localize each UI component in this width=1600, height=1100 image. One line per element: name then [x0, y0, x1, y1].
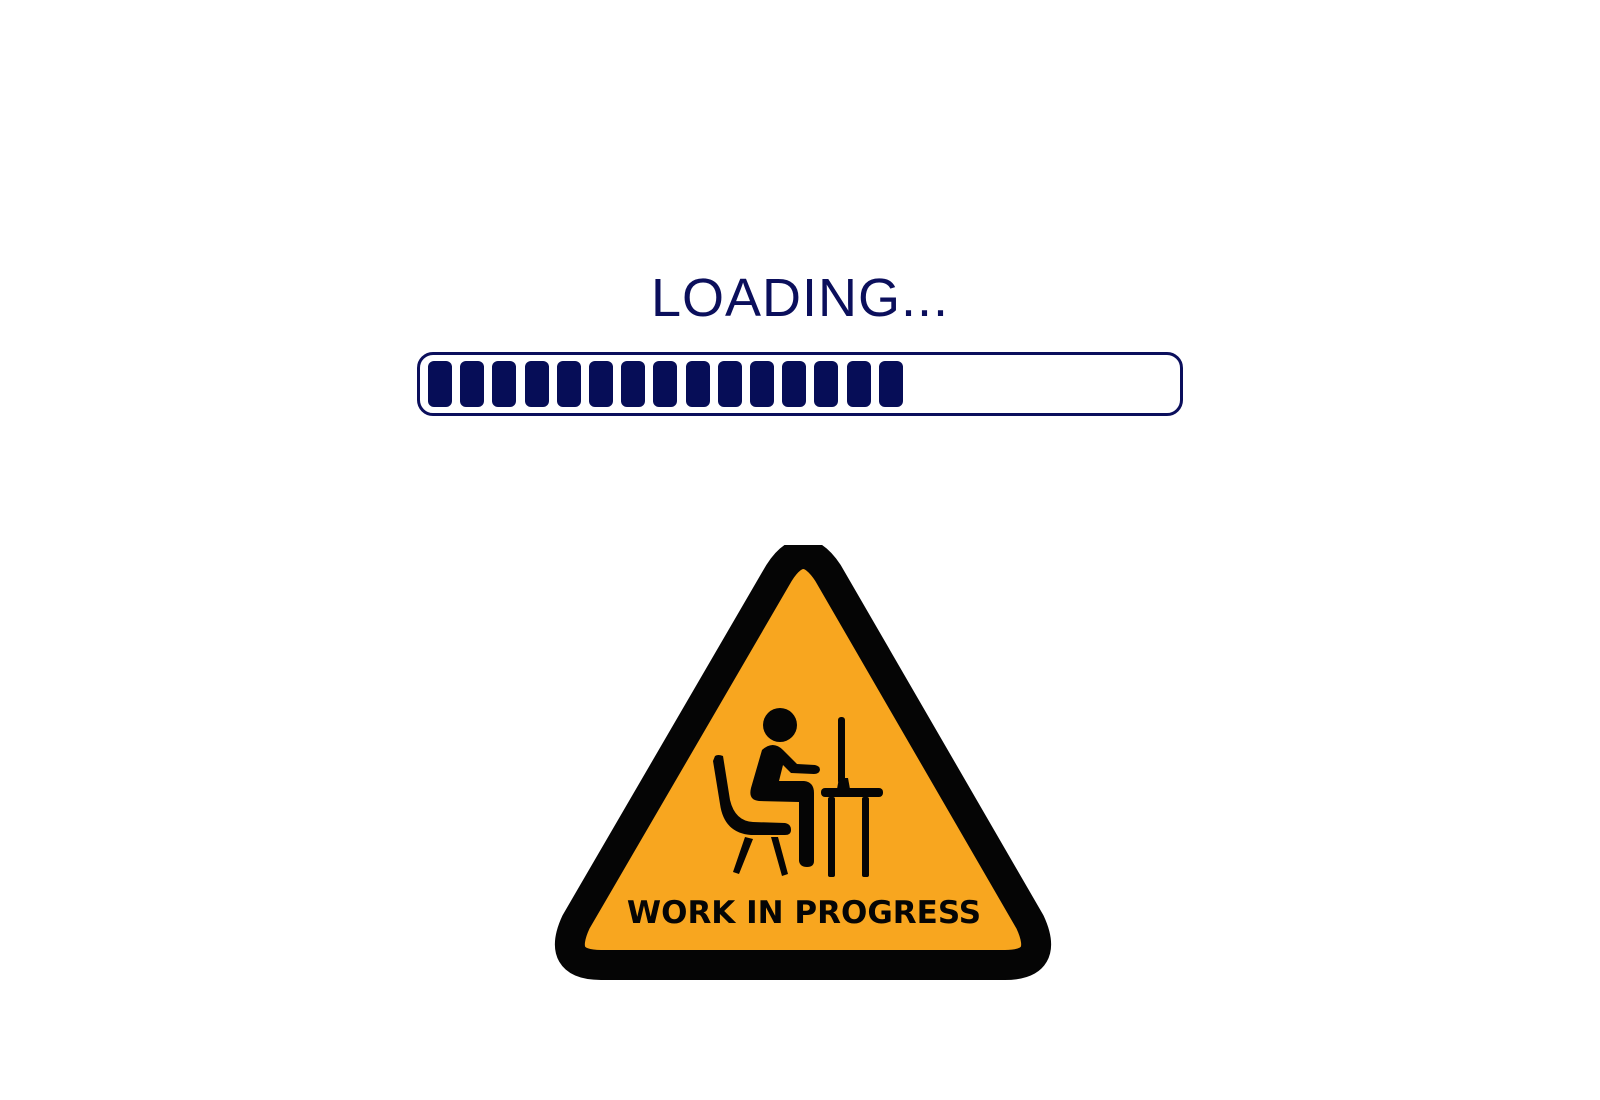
progress-segment — [621, 361, 646, 407]
progress-segment — [814, 361, 839, 407]
progress-segment — [782, 361, 807, 407]
progress-segment — [556, 361, 581, 407]
progress-segments — [428, 361, 1188, 407]
progress-segment — [492, 361, 517, 407]
progress-segment — [428, 361, 452, 407]
progress-segment — [717, 361, 742, 407]
loading-progress-bar — [417, 352, 1183, 416]
progress-segment — [653, 361, 678, 407]
warning-triangle-icon: WORK IN PROGRESS — [554, 545, 1052, 980]
progress-segment — [846, 361, 871, 407]
work-in-progress-sign: WORK IN PROGRESS — [553, 545, 1053, 995]
work-in-progress-caption: WORK IN PROGRESS — [627, 895, 981, 931]
progress-segment — [750, 361, 774, 407]
progress-segment — [685, 361, 710, 407]
progress-segment — [460, 361, 485, 407]
progress-segment — [589, 361, 613, 407]
progress-segment — [524, 361, 549, 407]
progress-segment — [878, 361, 903, 407]
loading-label: LOADING... — [650, 268, 950, 328]
